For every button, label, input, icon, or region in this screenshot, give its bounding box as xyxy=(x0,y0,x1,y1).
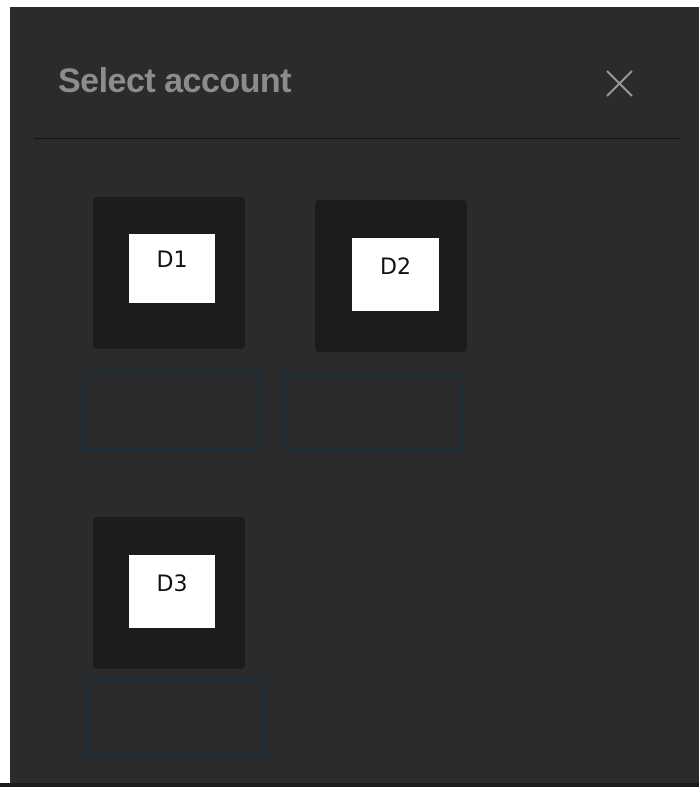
account-tile-d1[interactable]: D1 xyxy=(93,197,245,349)
account-avatar-d1: D1 xyxy=(129,234,215,303)
account-tile-d2[interactable]: D2 xyxy=(315,200,467,352)
close-button[interactable] xyxy=(598,67,634,103)
account-tile-d3[interactable]: D3 xyxy=(93,517,245,669)
account-avatar-d3: D3 xyxy=(129,555,215,628)
header-divider xyxy=(34,138,680,139)
dialog-bottom-edge xyxy=(0,783,699,787)
account-label-d1[interactable] xyxy=(82,372,262,450)
close-icon xyxy=(598,67,634,103)
account-picker-dialog: Select account D1 D2 D3 xyxy=(10,7,699,783)
dialog-title: Select account xyxy=(58,62,291,100)
account-label-d3[interactable] xyxy=(86,679,266,757)
account-label-d2[interactable] xyxy=(283,373,463,451)
account-avatar-d2: D2 xyxy=(352,238,439,311)
